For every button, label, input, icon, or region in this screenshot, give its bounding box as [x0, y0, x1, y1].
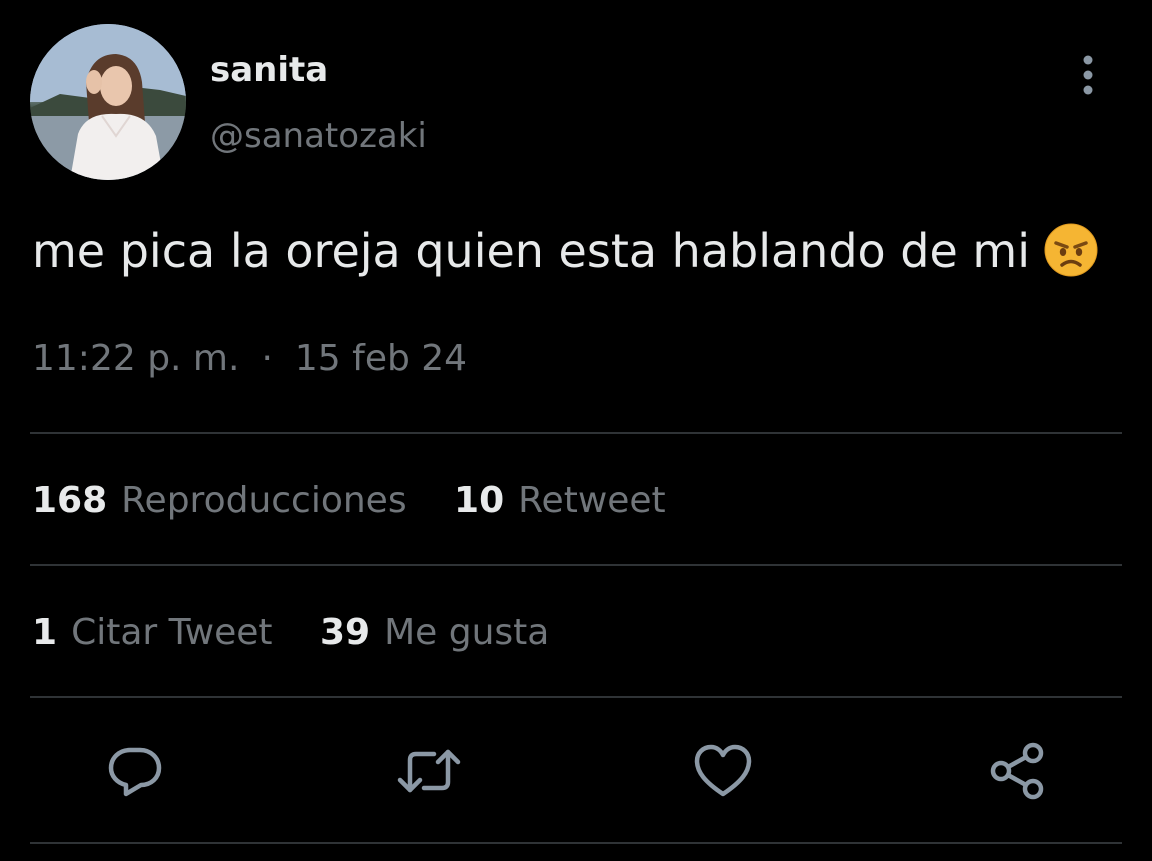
likes-count: 39: [319, 612, 371, 653]
tweet-date[interactable]: 15 feb 24: [295, 338, 467, 379]
likes-label: Me gusta: [384, 612, 550, 653]
likes-stat[interactable]: 39 Me gusta: [320, 610, 549, 656]
views-label: Reproducciones: [121, 480, 407, 521]
stats-row-views-retweets: 168 Reproducciones 10 Retweet: [32, 478, 702, 524]
share-icon: [990, 742, 1044, 800]
more-options-button[interactable]: [1068, 52, 1108, 98]
divider: [30, 842, 1122, 844]
views-stat: 168 Reproducciones: [32, 478, 407, 524]
tweet-text-content: me pica la oreja quien esta hablando de …: [32, 224, 1031, 278]
tweet-timestamp: 11:22 p. m. · 15 feb 24: [32, 336, 467, 382]
meta-separator: ·: [261, 338, 273, 379]
user-handle[interactable]: @sanatozaki: [210, 114, 427, 158]
quotes-stat[interactable]: 1 Citar Tweet: [32, 610, 273, 656]
views-count: 168: [32, 480, 108, 521]
retweet-button[interactable]: [394, 736, 464, 806]
tweet-detail: sanita @sanatozaki me pica la oreja quie…: [0, 0, 1152, 861]
divider: [30, 432, 1122, 434]
retweets-label: Retweet: [518, 480, 666, 521]
share-button[interactable]: [982, 736, 1052, 806]
tweet-text: me pica la oreja quien esta hablando de …: [32, 222, 1098, 290]
display-name[interactable]: sanita: [210, 48, 328, 92]
angry-face-emoji: [1044, 223, 1098, 290]
avatar[interactable]: [30, 24, 186, 180]
retweet-icon: [397, 749, 461, 793]
quotes-count: 1: [32, 612, 58, 653]
more-vertical-icon: [1083, 55, 1093, 95]
divider: [30, 696, 1122, 698]
action-bar: [0, 736, 1152, 806]
reply-icon: [108, 747, 162, 797]
divider: [30, 564, 1122, 566]
reply-button[interactable]: [100, 736, 170, 806]
like-button[interactable]: [688, 736, 758, 806]
tweet-time[interactable]: 11:22 p. m.: [32, 338, 239, 379]
stats-row-quotes-likes: 1 Citar Tweet 39 Me gusta: [32, 610, 585, 656]
retweets-count: 10: [454, 480, 505, 521]
retweets-stat[interactable]: 10 Retweet: [454, 478, 666, 524]
quotes-label: Citar Tweet: [71, 612, 273, 653]
heart-icon: [694, 744, 752, 797]
